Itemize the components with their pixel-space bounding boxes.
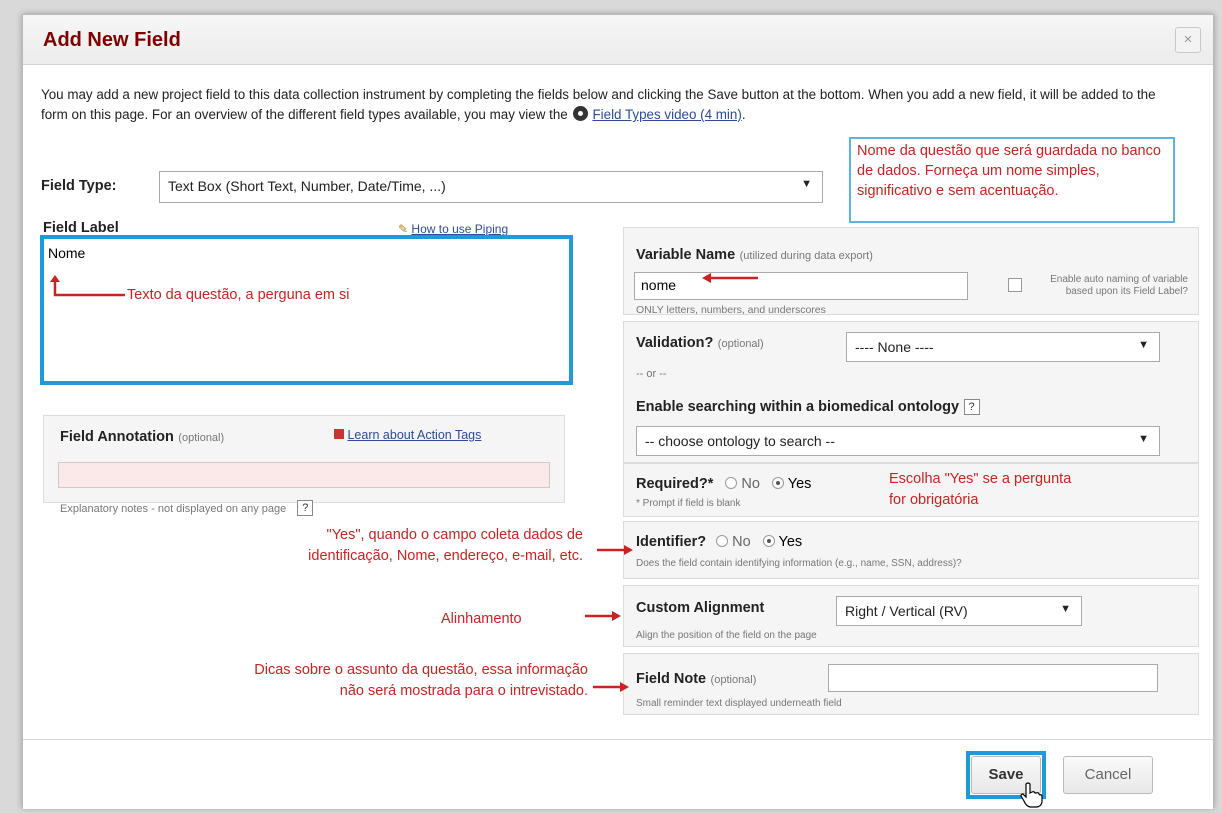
label-highlight-box: [40, 235, 573, 385]
ontology-heading: Enable searching within a biomedical ont…: [636, 398, 980, 416]
alignment-label: Custom Alignment: [636, 600, 765, 616]
validation-panel: Validation? (optional) ---- None ---- ▼ …: [623, 321, 1199, 463]
fieldnote-annotation-1: Dicas sobre o assunto da questão, essa i…: [254, 662, 588, 678]
annotation-help-icon[interactable]: ?: [297, 500, 314, 516]
variable-arrow: [700, 271, 760, 285]
pencil-icon: ✎: [398, 222, 409, 236]
identifier-no-radio[interactable]: [716, 535, 729, 547]
field-type-value: Text Box (Short Text, Number, Date/Time,…: [168, 178, 446, 194]
label-arrow: [47, 273, 127, 303]
validation-heading: Validation? (optional): [636, 334, 764, 352]
identifier-note: Does the field contain identifying infor…: [636, 558, 962, 569]
required-note: * Prompt if field is blank: [636, 498, 741, 509]
required-no-radio[interactable]: [725, 477, 738, 489]
film-reel-icon: [573, 106, 589, 121]
identifier-annotation-2: identificação, Nome, endereço, e-mail, e…: [308, 548, 583, 564]
tag-icon: [334, 429, 344, 439]
validation-or: -- or --: [636, 368, 667, 380]
variable-name-note: ONLY letters, numbers, and underscores: [636, 304, 826, 316]
variable-name-label: Variable Name: [636, 247, 736, 263]
field-annotation-label: Field Annotation: [60, 429, 174, 445]
identifier-arrow: [595, 543, 635, 557]
alignment-annotation: Alinhamento: [441, 611, 522, 627]
variable-name-hint: (utilized during data export): [739, 250, 873, 262]
action-tags-link[interactable]: Learn about Action Tags: [347, 428, 481, 442]
validation-value: ---- None ----: [855, 339, 934, 355]
field-note-heading: Field Note (optional): [636, 670, 756, 688]
validation-select[interactable]: ---- None ---- ▼: [846, 332, 1160, 362]
ontology-help-icon[interactable]: ?: [963, 399, 980, 415]
identifier-annotation-1: "Yes", quando o campo coleta dados de: [326, 527, 583, 543]
chevron-down-icon: ▼: [1060, 603, 1071, 615]
field-annotation-heading: Field Annotation (optional): [60, 428, 224, 446]
required-row: Required?* No Yes: [636, 476, 811, 492]
ontology-value: -- choose ontology to search --: [645, 433, 835, 449]
field-label-heading: Field Label: [43, 220, 119, 236]
field-type-label: Field Type:: [41, 178, 117, 194]
auto-naming-label: Enable auto naming of variable based upo…: [1050, 274, 1188, 297]
field-annotation-input[interactable]: [58, 462, 550, 488]
action-tags-help[interactable]: Learn about Action Tags: [334, 428, 481, 442]
required-yes-radio[interactable]: [771, 477, 784, 489]
alignment-arrow: [583, 609, 623, 623]
variable-name-value: nome: [641, 277, 677, 293]
identifier-label: Identifier?: [636, 534, 707, 550]
label-annotation: Texto da questão, a perguna em si: [127, 287, 350, 303]
intro-text: You may add a new project field to this …: [41, 85, 1171, 125]
dialog-footer: Save Cancel: [23, 739, 1213, 809]
chevron-down-icon: ▼: [1138, 339, 1149, 351]
fieldnote-arrow: [591, 680, 631, 694]
variable-callout: Nome da questão que será guardada no ban…: [849, 137, 1175, 223]
identifier-yes-radio[interactable]: [762, 535, 775, 547]
field-type-select[interactable]: Text Box (Short Text, Number, Date/Time,…: [159, 171, 823, 203]
field-note-label: Field Note: [636, 671, 707, 687]
field-note-note: Small reminder text displayed underneath…: [636, 698, 842, 709]
validation-label: Validation?: [636, 335, 714, 351]
identifier-panel: Identifier? No Yes Does the field contai…: [623, 521, 1199, 579]
field-note-optional: (optional): [710, 674, 757, 686]
intro-text-end: .: [741, 107, 746, 122]
chevron-down-icon: ▼: [801, 178, 812, 190]
alignment-panel: Custom Alignment Right / Vertical (RV) ▼…: [623, 585, 1199, 647]
required-no-label: No: [741, 476, 760, 492]
identifier-no-label: No: [732, 534, 751, 550]
alignment-value: Right / Vertical (RV): [845, 603, 968, 619]
required-annotation-1: Escolha "Yes" se a pergunta: [889, 471, 1072, 487]
required-annotation-2: for obrigatória: [889, 492, 979, 508]
variable-name-input[interactable]: nome: [634, 272, 968, 300]
piping-link[interactable]: How to use Piping: [411, 222, 508, 236]
chevron-down-icon: ▼: [1138, 433, 1149, 445]
hand-cursor-icon: [1019, 782, 1043, 808]
required-label: Required?*: [636, 476, 714, 492]
dialog-title: Add New Field: [43, 29, 181, 51]
add-new-field-dialog: Add New Field × You may add a new projec…: [22, 14, 1214, 809]
alignment-select[interactable]: Right / Vertical (RV) ▼: [836, 596, 1082, 626]
field-note-panel: Field Note (optional) Small reminder tex…: [623, 653, 1199, 715]
cancel-button[interactable]: Cancel: [1063, 756, 1153, 794]
ontology-label: Enable searching within a biomedical ont…: [636, 399, 960, 415]
identifier-row: Identifier? No Yes: [636, 534, 802, 550]
close-icon: ×: [1183, 31, 1193, 48]
field-annotation-note: Explanatory notes - not displayed on any…: [60, 500, 314, 516]
auto-naming-checkbox[interactable]: [1008, 278, 1022, 292]
validation-optional: (optional): [717, 338, 764, 350]
field-types-video-link[interactable]: Field Types video (4 min): [592, 107, 741, 122]
ontology-select[interactable]: -- choose ontology to search -- ▼: [636, 426, 1160, 456]
dialog-titlebar: Add New Field ×: [23, 15, 1213, 65]
fieldnote-annotation-2: não será mostrada para o intrevistado.: [339, 683, 588, 699]
close-button[interactable]: ×: [1175, 27, 1201, 53]
piping-help[interactable]: ✎ How to use Piping: [398, 222, 508, 236]
variable-name-heading: Variable Name (utilized during data expo…: [636, 246, 873, 264]
required-yes-label: Yes: [787, 476, 812, 492]
identifier-yes-label: Yes: [778, 534, 803, 550]
field-annotation-panel: Field Annotation (optional) Learn about …: [43, 415, 565, 516]
field-annotation-optional: (optional): [178, 432, 225, 444]
field-note-input[interactable]: [828, 664, 1158, 692]
alignment-note: Align the position of the field on the p…: [636, 630, 817, 641]
field-annotation-note-text: Explanatory notes - not displayed on any…: [60, 503, 287, 515]
